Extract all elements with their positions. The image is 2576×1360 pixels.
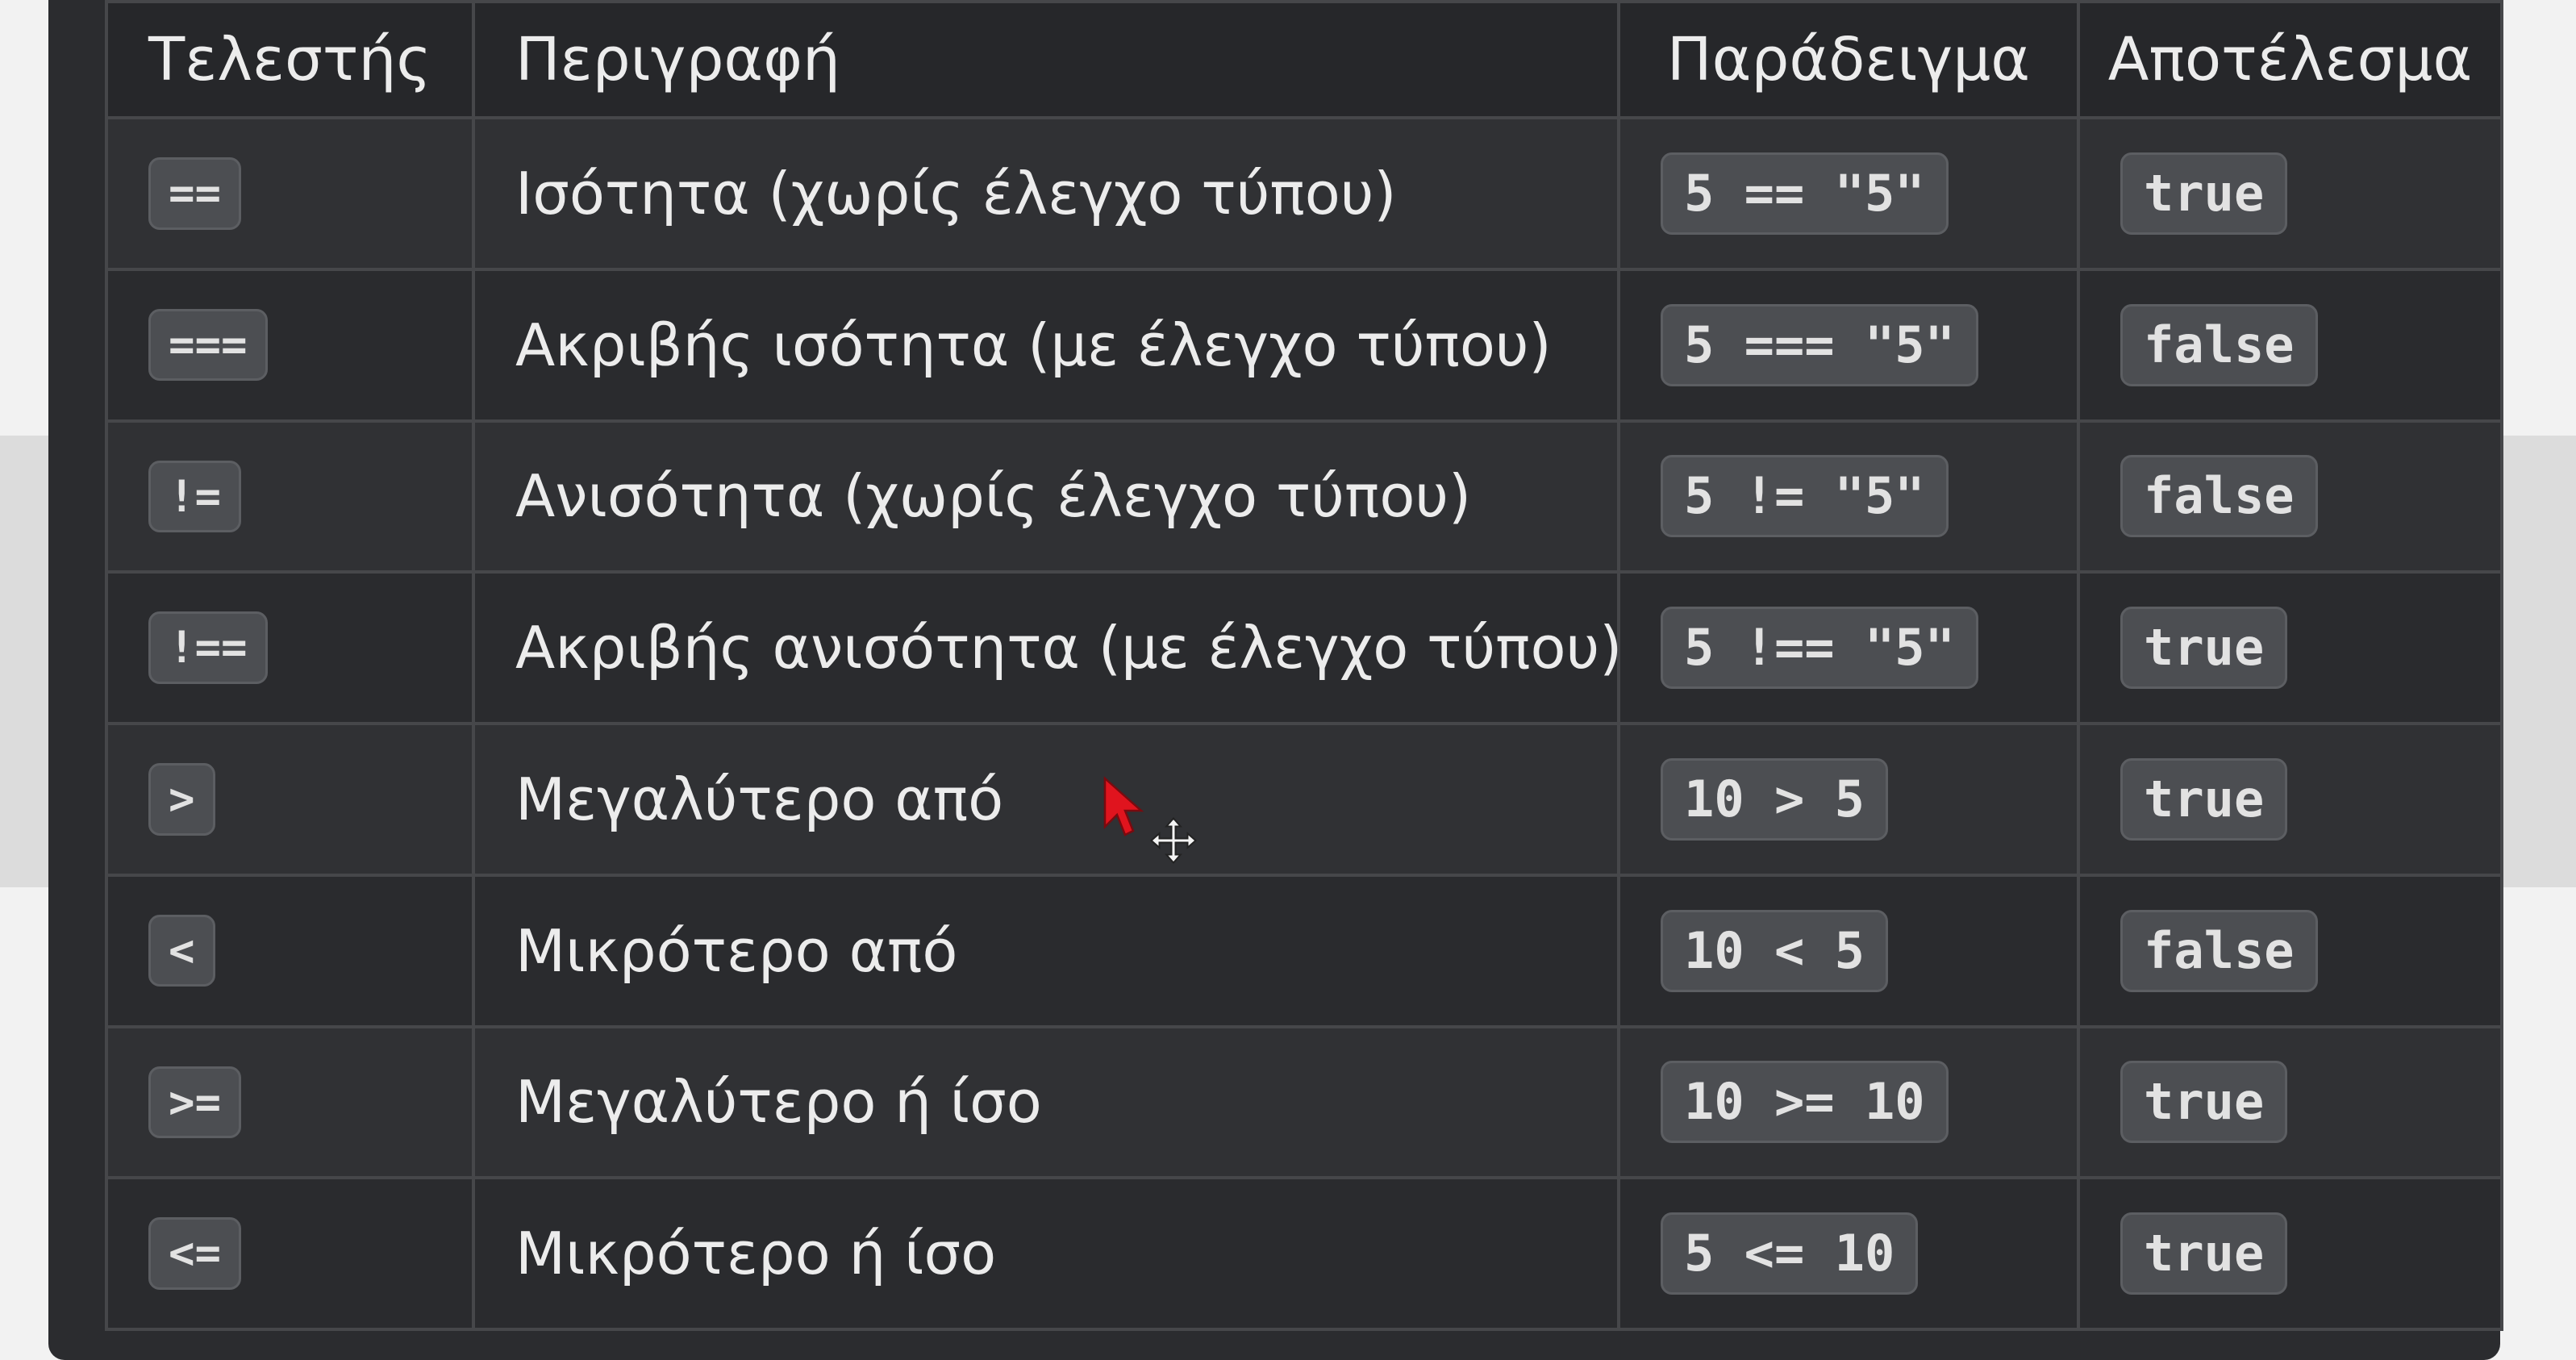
table-row: == Ισότητα (χωρίς έλεγχο τύπου) 5 == "5"… xyxy=(105,116,2503,271)
header-example: Παράδειγμα xyxy=(1617,0,2080,119)
result-chip: false xyxy=(2120,455,2318,538)
operator-description: Ακριβής ισότητα (με έλεγχο τύπου) xyxy=(472,267,1620,423)
operator-description: Μικρότερο ή ίσο xyxy=(472,1176,1620,1331)
monitor-screen: Τελεστής Περιγραφή Παράδειγμα Αποτέλεσμα… xyxy=(48,0,2503,1360)
header-description: Περιγραφή xyxy=(472,0,1620,119)
operator-chip: >= xyxy=(148,1066,242,1139)
result-chip: true xyxy=(2120,1061,2288,1144)
example-chip: 5 != "5" xyxy=(1661,455,1949,538)
table-row: === Ακριβής ισότητα (με έλεγχο τύπου) 5 … xyxy=(105,267,2503,423)
table-row: < Μικρότερο από 10 < 5 false xyxy=(105,873,2503,1028)
operator-chip: != xyxy=(148,460,242,533)
table-header-row: Τελεστής Περιγραφή Παράδειγμα Αποτέλεσμα xyxy=(105,0,2503,119)
example-chip: 5 <= 10 xyxy=(1661,1212,1919,1295)
example-chip: 10 > 5 xyxy=(1661,757,1888,841)
comparison-operators-table: Τελεστής Περιγραφή Παράδειγμα Αποτέλεσμα… xyxy=(105,0,2503,1331)
move-cursor-icon xyxy=(1149,816,1198,865)
example-chip: 5 === "5" xyxy=(1661,303,1978,386)
operator-chip: === xyxy=(148,308,268,382)
operator-description: Μεγαλύτερο ή ίσο xyxy=(472,1024,1620,1180)
table-row: >= Μεγαλύτερο ή ίσο 10 >= 10 true xyxy=(105,1024,2503,1180)
result-chip: true xyxy=(2120,607,2288,690)
result-chip: true xyxy=(2120,152,2288,235)
operator-description: Μεγαλύτερο από xyxy=(472,722,1620,877)
operator-chip: !== xyxy=(148,611,268,684)
example-chip: 5 == "5" xyxy=(1661,152,1949,235)
result-chip: false xyxy=(2120,909,2318,992)
operator-description: Μικρότερο από xyxy=(472,873,1620,1028)
header-operator: Τελεστής xyxy=(105,0,475,119)
table-row: > Μεγαλύτερο από 10 > 5 true xyxy=(105,722,2503,877)
operator-description: Ακριβής ανισότητα (με έλεγχο τύπου) xyxy=(472,570,1622,725)
operator-chip: == xyxy=(148,157,242,230)
table-row: != Ανισότητα (χωρίς έλεγχο τύπου) 5 != "… xyxy=(105,419,2503,574)
operator-description: Ισότητα (χωρίς έλεγχο τύπου) xyxy=(472,116,1620,271)
table-row: <= Μικρότερο ή ίσο 5 <= 10 true xyxy=(105,1176,2503,1331)
operator-chip: <= xyxy=(148,1217,242,1290)
example-chip: 5 !== "5" xyxy=(1661,607,1978,690)
header-result: Αποτέλεσμα xyxy=(2077,0,2503,119)
result-chip: true xyxy=(2120,757,2288,841)
example-chip: 10 >= 10 xyxy=(1661,1061,1949,1144)
example-chip: 10 < 5 xyxy=(1661,909,1888,992)
arrow-pointer-icon xyxy=(1103,776,1144,836)
table-row: !== Ακριβής ανισότητα (με έλεγχο τύπου) … xyxy=(105,570,2503,725)
result-chip: true xyxy=(2120,1212,2288,1295)
operator-chip: < xyxy=(148,914,215,987)
operator-description: Ανισότητα (χωρίς έλεγχο τύπου) xyxy=(472,419,1620,574)
operator-chip: > xyxy=(148,763,215,836)
result-chip: false xyxy=(2120,303,2318,386)
